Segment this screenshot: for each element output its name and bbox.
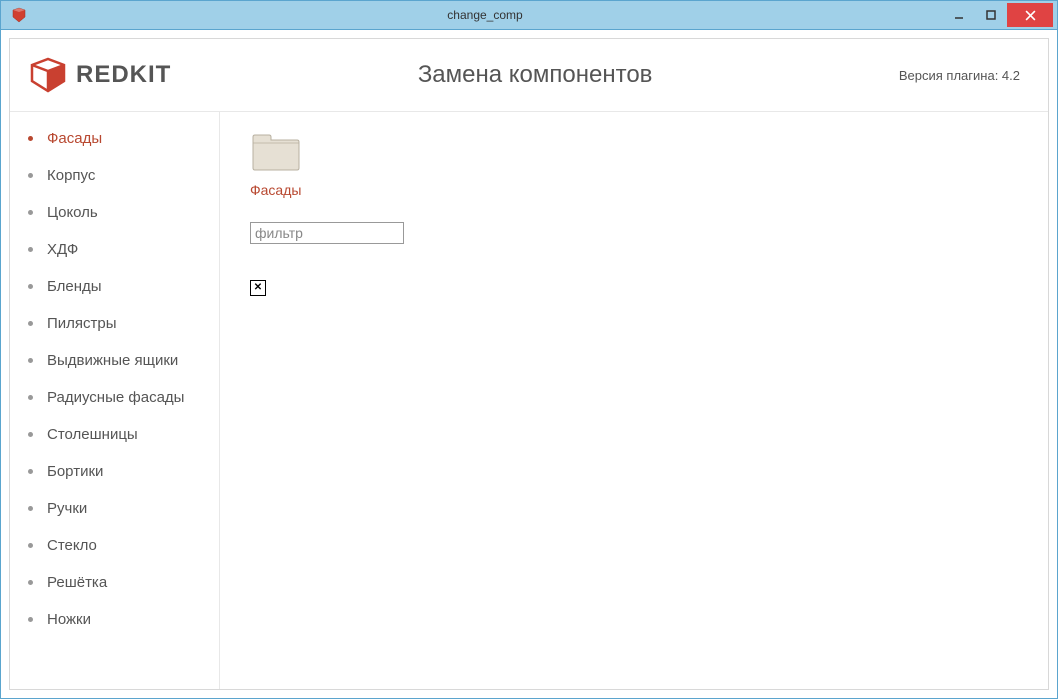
sidebar-item-label: Радиусные фасады — [47, 389, 184, 406]
window-controls — [943, 3, 1053, 27]
close-button[interactable] — [1007, 3, 1053, 27]
sidebar: Фасады Корпус Цоколь ХДФ Бленды Пилястры Выдви… — [10, 112, 220, 689]
sidebar-item-label: Пилястры — [47, 315, 117, 332]
filter-input[interactable] — [250, 222, 404, 244]
sidebar-item-label: Выдвижные ящики — [47, 352, 178, 369]
sidebar-item-10[interactable]: Ручки — [10, 490, 219, 527]
redkit-logo-icon — [28, 57, 68, 93]
sidebar-item-label: Бортики — [47, 463, 103, 480]
sidebar-item-label: Цоколь — [47, 204, 98, 221]
bullet-icon — [28, 506, 33, 511]
title-bar: change_comp — [0, 0, 1058, 30]
sidebar-item-label: Стекло — [47, 537, 97, 554]
app-icon — [11, 7, 27, 23]
sidebar-item-3[interactable]: ХДФ — [10, 231, 219, 268]
sidebar-item-8[interactable]: Столешницы — [10, 416, 219, 453]
logo-text: REDKIT — [76, 61, 171, 89]
sidebar-item-label: Ручки — [47, 500, 87, 517]
sidebar-item-7[interactable]: Радиусные фасады — [10, 379, 219, 416]
sidebar-item-label: Фасады — [47, 130, 102, 147]
sidebar-item-9[interactable]: Бортики — [10, 453, 219, 490]
header: REDKIT Замена компонентов Версия плагина… — [10, 39, 1048, 112]
folder-icon — [251, 132, 301, 172]
bullet-icon — [28, 284, 33, 289]
bullet-icon — [28, 469, 33, 474]
sidebar-item-label: Столешницы — [47, 426, 138, 443]
sidebar-item-2[interactable]: Цоколь — [10, 194, 219, 231]
bullet-icon — [28, 432, 33, 437]
inner-frame: REDKIT Замена компонентов Версия плагина… — [9, 38, 1049, 690]
bullet-icon — [28, 580, 33, 585]
bullet-icon — [28, 358, 33, 363]
minimize-button[interactable] — [943, 3, 975, 27]
bullet-icon — [28, 321, 33, 326]
page-title: Замена компонентов — [171, 61, 899, 89]
sidebar-item-label: Бленды — [47, 278, 102, 295]
sidebar-item-5[interactable]: Пилястры — [10, 305, 219, 342]
main-panel: Фасады ✕ — [220, 112, 1048, 689]
error-icon[interactable]: ✕ — [250, 280, 266, 296]
folder-fasady[interactable]: Фасады — [250, 132, 301, 198]
sidebar-item-4[interactable]: Бленды — [10, 268, 219, 305]
bullet-icon — [28, 617, 33, 622]
version-label: Версия плагина: 4.2 — [899, 68, 1020, 83]
sidebar-item-0[interactable]: Фасады — [10, 120, 219, 157]
bullet-icon — [28, 210, 33, 215]
bullet-icon — [28, 247, 33, 252]
sidebar-item-label: Ножки — [47, 611, 91, 628]
logo: REDKIT — [28, 57, 171, 93]
folder-label: Фасады — [250, 182, 301, 198]
sidebar-item-12[interactable]: Решётка — [10, 564, 219, 601]
bullet-icon — [28, 136, 33, 141]
bullet-icon — [28, 395, 33, 400]
sidebar-item-13[interactable]: Ножки — [10, 601, 219, 638]
sidebar-item-11[interactable]: Стекло — [10, 527, 219, 564]
maximize-button[interactable] — [975, 3, 1007, 27]
sidebar-item-6[interactable]: Выдвижные ящики — [10, 342, 219, 379]
app-body: REDKIT Замена компонентов Версия плагина… — [0, 30, 1058, 699]
sidebar-item-1[interactable]: Корпус — [10, 157, 219, 194]
window-title: change_comp — [27, 8, 943, 22]
sidebar-item-label: ХДФ — [47, 241, 78, 258]
bullet-icon — [28, 543, 33, 548]
sidebar-item-label: Решётка — [47, 574, 107, 591]
content-area: Фасады Корпус Цоколь ХДФ Бленды Пилястры Выдви… — [10, 112, 1048, 689]
sidebar-item-label: Корпус — [47, 167, 95, 184]
bullet-icon — [28, 173, 33, 178]
